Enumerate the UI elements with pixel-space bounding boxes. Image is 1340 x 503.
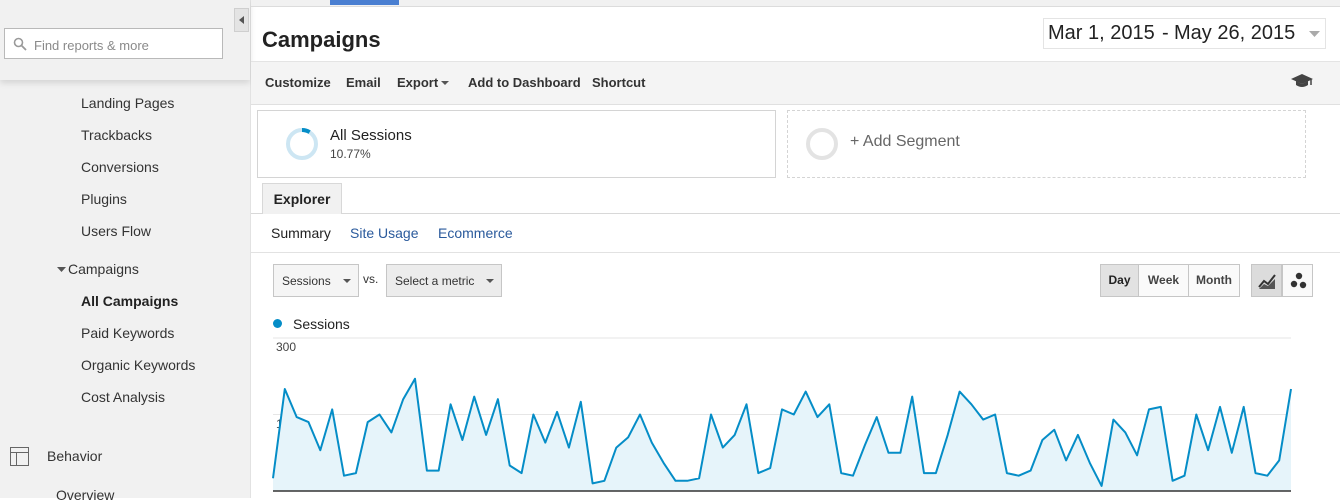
data-point[interactable]	[448, 401, 454, 407]
data-point[interactable]	[779, 406, 785, 412]
data-point[interactable]	[353, 470, 359, 476]
data-point[interactable]	[744, 401, 750, 407]
data-point[interactable]	[1122, 429, 1128, 435]
data-point[interactable]	[613, 445, 619, 451]
data-point[interactable]	[317, 447, 323, 453]
data-point[interactable]	[945, 432, 951, 438]
data-point[interactable]	[412, 376, 418, 382]
data-point[interactable]	[424, 468, 430, 474]
data-point[interactable]	[1134, 452, 1140, 458]
data-point[interactable]	[1276, 457, 1282, 463]
data-point[interactable]	[270, 475, 276, 481]
data-point[interactable]	[684, 478, 690, 484]
data-point[interactable]	[1229, 450, 1235, 456]
data-point[interactable]	[1063, 457, 1069, 463]
data-point[interactable]	[459, 437, 465, 443]
data-point[interactable]	[306, 419, 312, 425]
sessions-chart	[270, 337, 1294, 492]
data-point[interactable]	[720, 445, 726, 451]
data-point[interactable]	[886, 450, 892, 456]
data-point[interactable]	[980, 417, 986, 423]
data-point[interactable]	[1158, 404, 1164, 410]
data-point[interactable]	[483, 432, 489, 438]
data-point[interactable]	[1217, 404, 1223, 410]
data-point[interactable]	[1253, 470, 1259, 476]
data-point[interactable]	[436, 468, 442, 474]
data-point[interactable]	[661, 460, 667, 466]
data-point[interactable]	[1087, 460, 1093, 466]
data-point[interactable]	[341, 473, 347, 479]
data-point[interactable]	[1110, 417, 1116, 423]
data-point[interactable]	[1288, 386, 1294, 392]
data-point[interactable]	[957, 389, 963, 395]
data-point[interactable]	[282, 386, 288, 392]
data-point[interactable]	[471, 394, 477, 400]
data-point[interactable]	[578, 399, 584, 405]
data-point[interactable]	[1170, 478, 1176, 484]
data-point[interactable]	[377, 412, 383, 418]
data-point[interactable]	[862, 442, 868, 448]
data-point[interactable]	[649, 440, 655, 446]
data-point[interactable]	[365, 419, 371, 425]
data-point[interactable]	[1182, 473, 1188, 479]
data-point[interactable]	[803, 389, 809, 395]
data-point[interactable]	[590, 480, 596, 486]
data-point[interactable]	[637, 412, 643, 418]
data-point[interactable]	[874, 414, 880, 420]
data-point[interactable]	[767, 465, 773, 471]
data-point[interactable]	[400, 396, 406, 402]
sessions-area	[273, 378, 1291, 491]
data-point[interactable]	[673, 478, 679, 484]
data-point[interactable]	[1241, 404, 1247, 410]
data-point[interactable]	[992, 412, 998, 418]
data-point[interactable]	[1051, 427, 1057, 433]
data-point[interactable]	[495, 396, 501, 402]
data-point[interactable]	[1205, 447, 1211, 453]
data-point[interactable]	[815, 414, 821, 420]
data-point[interactable]	[838, 470, 844, 476]
data-point[interactable]	[1193, 412, 1199, 418]
data-point[interactable]	[530, 412, 536, 418]
data-point[interactable]	[1016, 473, 1022, 479]
data-point[interactable]	[826, 401, 832, 407]
data-point[interactable]	[755, 470, 761, 476]
data-point[interactable]	[507, 463, 513, 469]
data-point[interactable]	[921, 470, 927, 476]
data-point[interactable]	[933, 470, 939, 476]
data-point[interactable]	[708, 412, 714, 418]
data-point[interactable]	[732, 432, 738, 438]
data-point[interactable]	[897, 450, 903, 456]
data-point[interactable]	[388, 429, 394, 435]
data-point[interactable]	[554, 409, 560, 415]
data-point[interactable]	[1039, 437, 1045, 443]
data-point[interactable]	[1028, 468, 1034, 474]
data-point[interactable]	[566, 445, 572, 451]
data-point[interactable]	[542, 440, 548, 446]
data-point[interactable]	[519, 470, 525, 476]
data-point[interactable]	[1264, 473, 1270, 479]
data-point[interactable]	[1075, 432, 1081, 438]
data-point[interactable]	[850, 473, 856, 479]
data-point[interactable]	[1004, 470, 1010, 476]
data-point[interactable]	[625, 434, 631, 440]
data-point[interactable]	[968, 401, 974, 407]
data-point[interactable]	[1099, 483, 1105, 489]
data-point[interactable]	[909, 394, 915, 400]
data-point[interactable]	[1146, 406, 1152, 412]
data-point[interactable]	[294, 414, 300, 420]
data-point[interactable]	[601, 478, 607, 484]
data-point[interactable]	[329, 406, 335, 412]
data-point[interactable]	[696, 475, 702, 481]
data-point[interactable]	[791, 412, 797, 418]
